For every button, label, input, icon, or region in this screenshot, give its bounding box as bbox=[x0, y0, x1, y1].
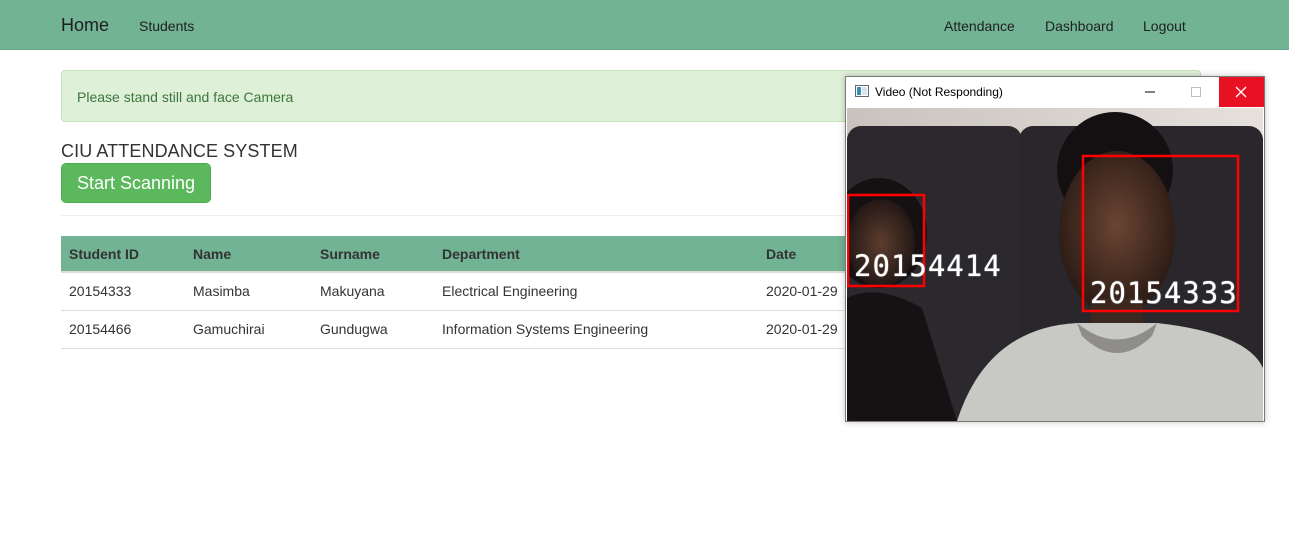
cell-surname: Gundugwa bbox=[312, 309, 434, 349]
window-titlebar[interactable]: Video (Not Responding) bbox=[846, 77, 1264, 107]
cell-student-id: 20154466 bbox=[61, 309, 185, 349]
face-label-2: 20154333 bbox=[1090, 276, 1238, 310]
maximize-button[interactable] bbox=[1173, 77, 1219, 107]
face-label-1: 20154414 bbox=[854, 249, 1002, 283]
cell-name: Gamuchirai bbox=[185, 309, 312, 349]
column-header-department: Department bbox=[434, 236, 758, 273]
cell-department: Electrical Engineering bbox=[434, 272, 758, 311]
alert-message: Please stand still and face Camera bbox=[77, 89, 294, 105]
column-header-student-id: Student ID bbox=[61, 236, 185, 273]
nav-link-attendance[interactable]: Attendance bbox=[944, 18, 1015, 34]
nav-brand-home[interactable]: Home bbox=[61, 15, 109, 36]
cell-name: Masimba bbox=[185, 272, 312, 311]
close-icon bbox=[1235, 86, 1247, 98]
nav-link-logout[interactable]: Logout bbox=[1143, 18, 1186, 34]
start-scanning-button[interactable]: Start Scanning bbox=[61, 163, 211, 203]
cell-surname: Makuyana bbox=[312, 272, 434, 311]
nav-link-dashboard[interactable]: Dashboard bbox=[1045, 18, 1114, 34]
cell-student-id: 20154333 bbox=[61, 272, 185, 311]
column-header-surname: Surname bbox=[312, 236, 434, 273]
page-title: CIU ATTENDANCE SYSTEM bbox=[61, 141, 298, 161]
app-icon bbox=[855, 85, 869, 97]
video-window[interactable]: Video (Not Responding) 20154414 20154333 bbox=[845, 76, 1265, 422]
window-title: Video (Not Responding) bbox=[875, 85, 1003, 99]
cell-department: Information Systems Engineering bbox=[434, 309, 758, 349]
minimize-icon bbox=[1145, 91, 1155, 93]
close-button[interactable] bbox=[1219, 77, 1264, 107]
maximize-icon bbox=[1191, 87, 1201, 97]
nav-link-students[interactable]: Students bbox=[139, 18, 194, 34]
minimize-button[interactable] bbox=[1127, 77, 1173, 107]
navbar: Home Students Attendance Dashboard Logou… bbox=[0, 0, 1289, 50]
column-header-name: Name bbox=[185, 236, 312, 273]
camera-feed: 20154414 20154333 bbox=[847, 108, 1263, 421]
